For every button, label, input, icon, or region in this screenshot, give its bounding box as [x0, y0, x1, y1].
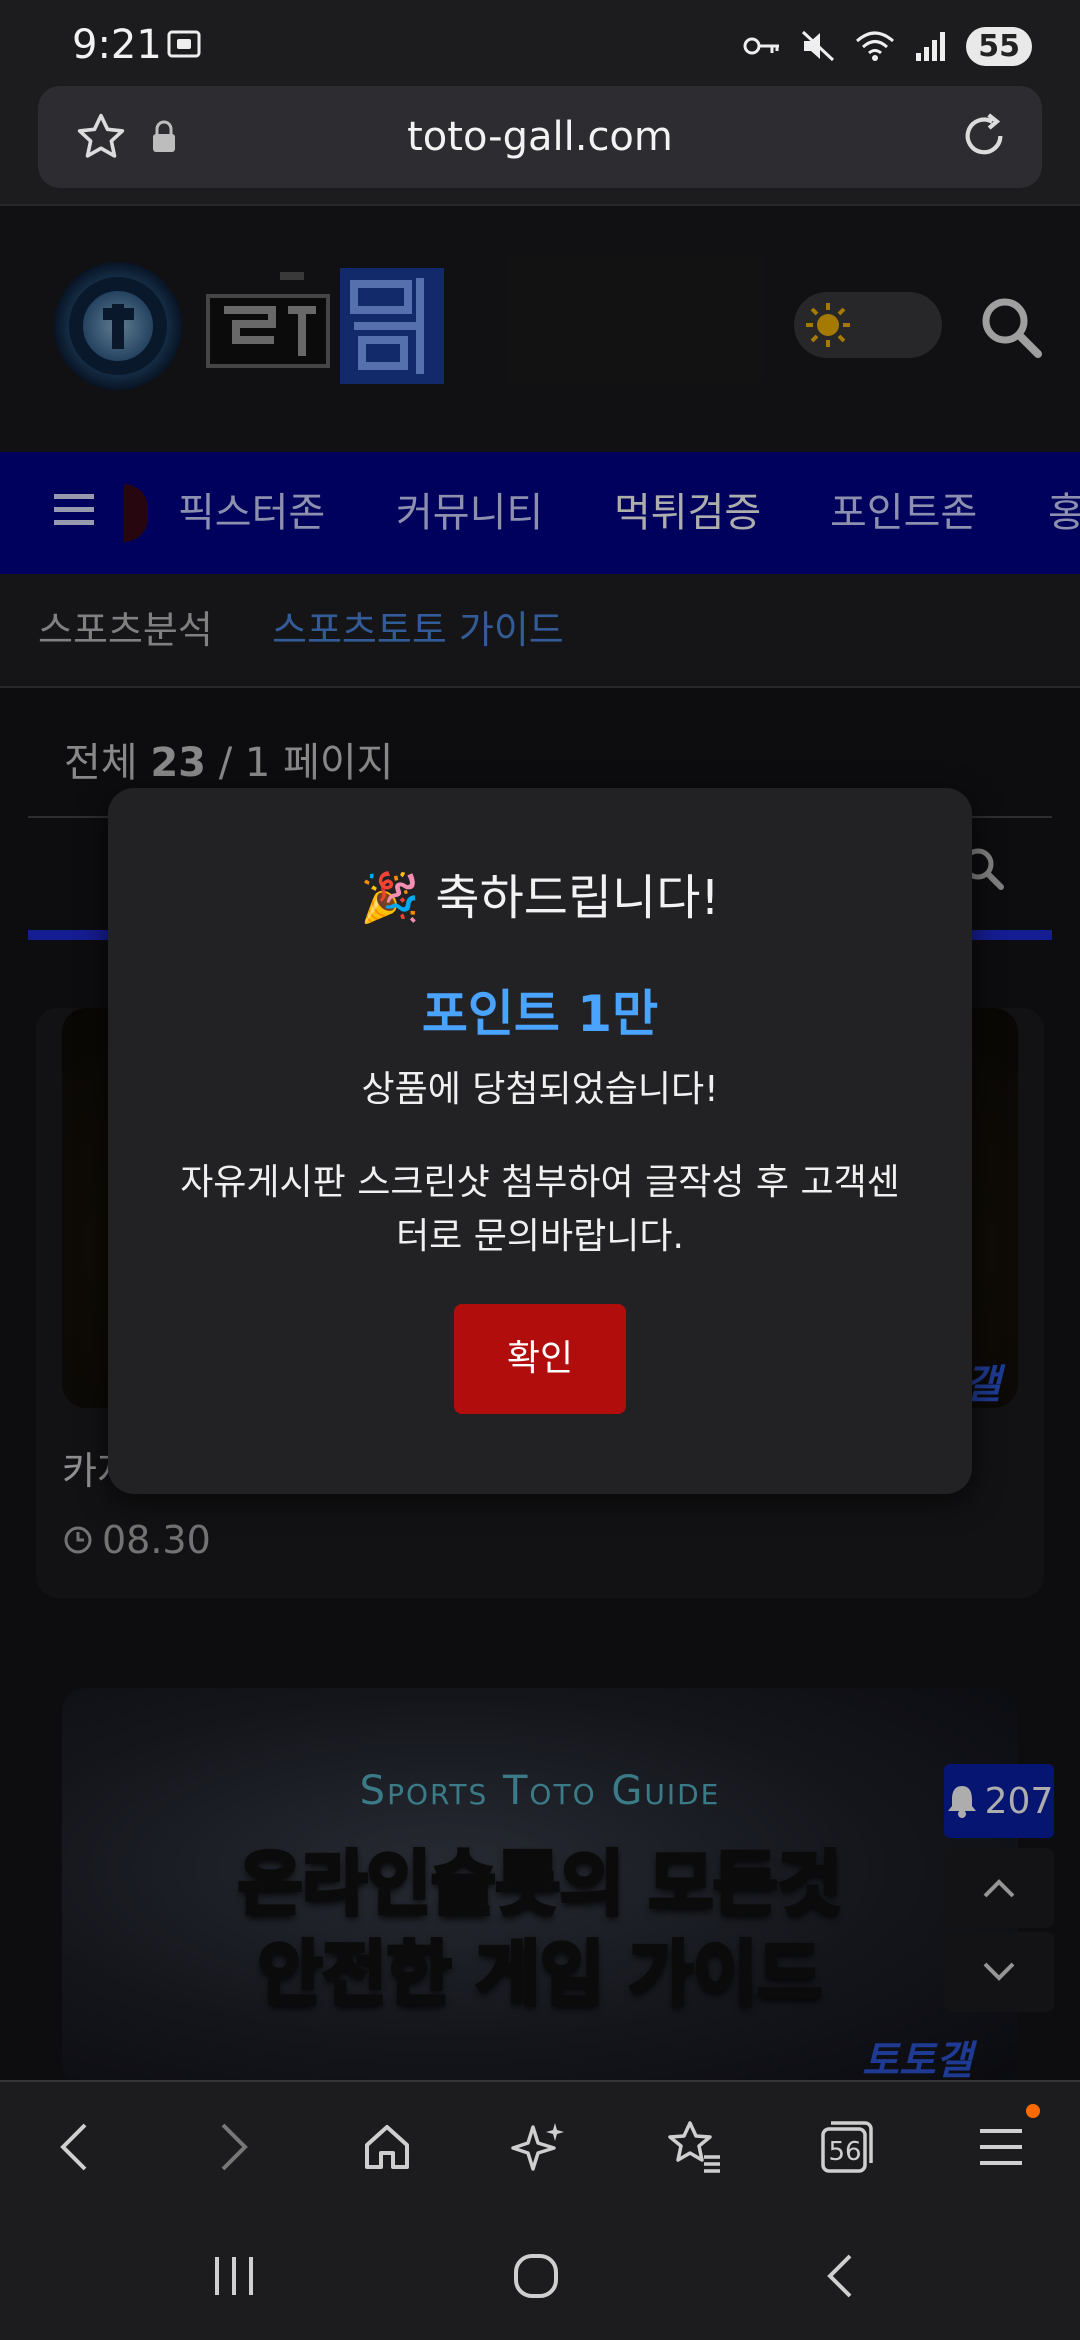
address-bar[interactable]: toto-gall.com [38, 86, 1042, 188]
modal-title: 🎉 축하드립니다! [108, 858, 972, 928]
bookmarks-button[interactable] [658, 2112, 728, 2182]
bookmarks-star-icon [668, 2121, 720, 2173]
browser-toolbar: toto-gall.com [0, 86, 1080, 206]
status-icons: 55 [742, 22, 1032, 70]
tabs-button[interactable]: 56 [812, 2112, 882, 2182]
system-nav-bar [0, 2212, 1080, 2340]
back-arrow-icon [60, 2123, 87, 2171]
clock: 9:21 [72, 22, 162, 68]
battery-icon: 55 [966, 26, 1032, 66]
key-icon [743, 37, 780, 55]
home-button[interactable] [352, 2112, 422, 2182]
confirm-button[interactable]: 확인 [454, 1304, 626, 1414]
signal-icon [916, 32, 946, 61]
back-nav-button[interactable] [800, 2240, 880, 2312]
wifi-icon [856, 31, 895, 61]
status-bar: 9:21 55 [0, 0, 1080, 92]
notification-dot [1026, 2104, 1040, 2118]
menu-button[interactable] [966, 2112, 1036, 2182]
modal-title-text: 축하드립니다! [435, 870, 720, 926]
party-popper-icon: 🎉 [360, 870, 421, 926]
modal-instructions: 자유게시판 스크린샷 첨부하여 글작성 후 고객센터로 문의바랍니다. [180, 1162, 900, 1257]
screen-recorder-icon [167, 30, 201, 58]
modal-prize: 포인트 1만 [421, 985, 659, 1043]
bookmark-star-icon[interactable] [74, 110, 128, 164]
lock-icon [153, 120, 175, 152]
menu-icon [980, 2129, 1022, 2165]
home-nav-button[interactable] [496, 2240, 576, 2312]
home-circle-icon [514, 2254, 558, 2298]
browser-bottom-toolbar: 56 [0, 2080, 1080, 2212]
prize-modal: 🎉 축하드립니다! 포인트 1만 상품에 당첨되었습니다! 자유게시판 스크린샷… [108, 788, 972, 1494]
back-button[interactable] [40, 2112, 110, 2182]
sparkle-icon [511, 2123, 564, 2171]
recents-icon [215, 2257, 253, 2295]
home-icon [365, 2125, 409, 2169]
reload-icon[interactable] [956, 108, 1012, 164]
tab-count: 56 [828, 2137, 862, 2167]
back-chevron-icon [827, 2254, 852, 2298]
url-text[interactable]: toto-gall.com [38, 86, 1042, 188]
recents-button[interactable] [194, 2240, 274, 2312]
forward-button[interactable] [198, 2112, 268, 2182]
mute-icon [802, 30, 835, 62]
modal-message: 상품에 당첨되었습니다! [361, 1069, 719, 1110]
forward-arrow-icon [221, 2123, 248, 2171]
ai-button[interactable] [504, 2112, 574, 2182]
